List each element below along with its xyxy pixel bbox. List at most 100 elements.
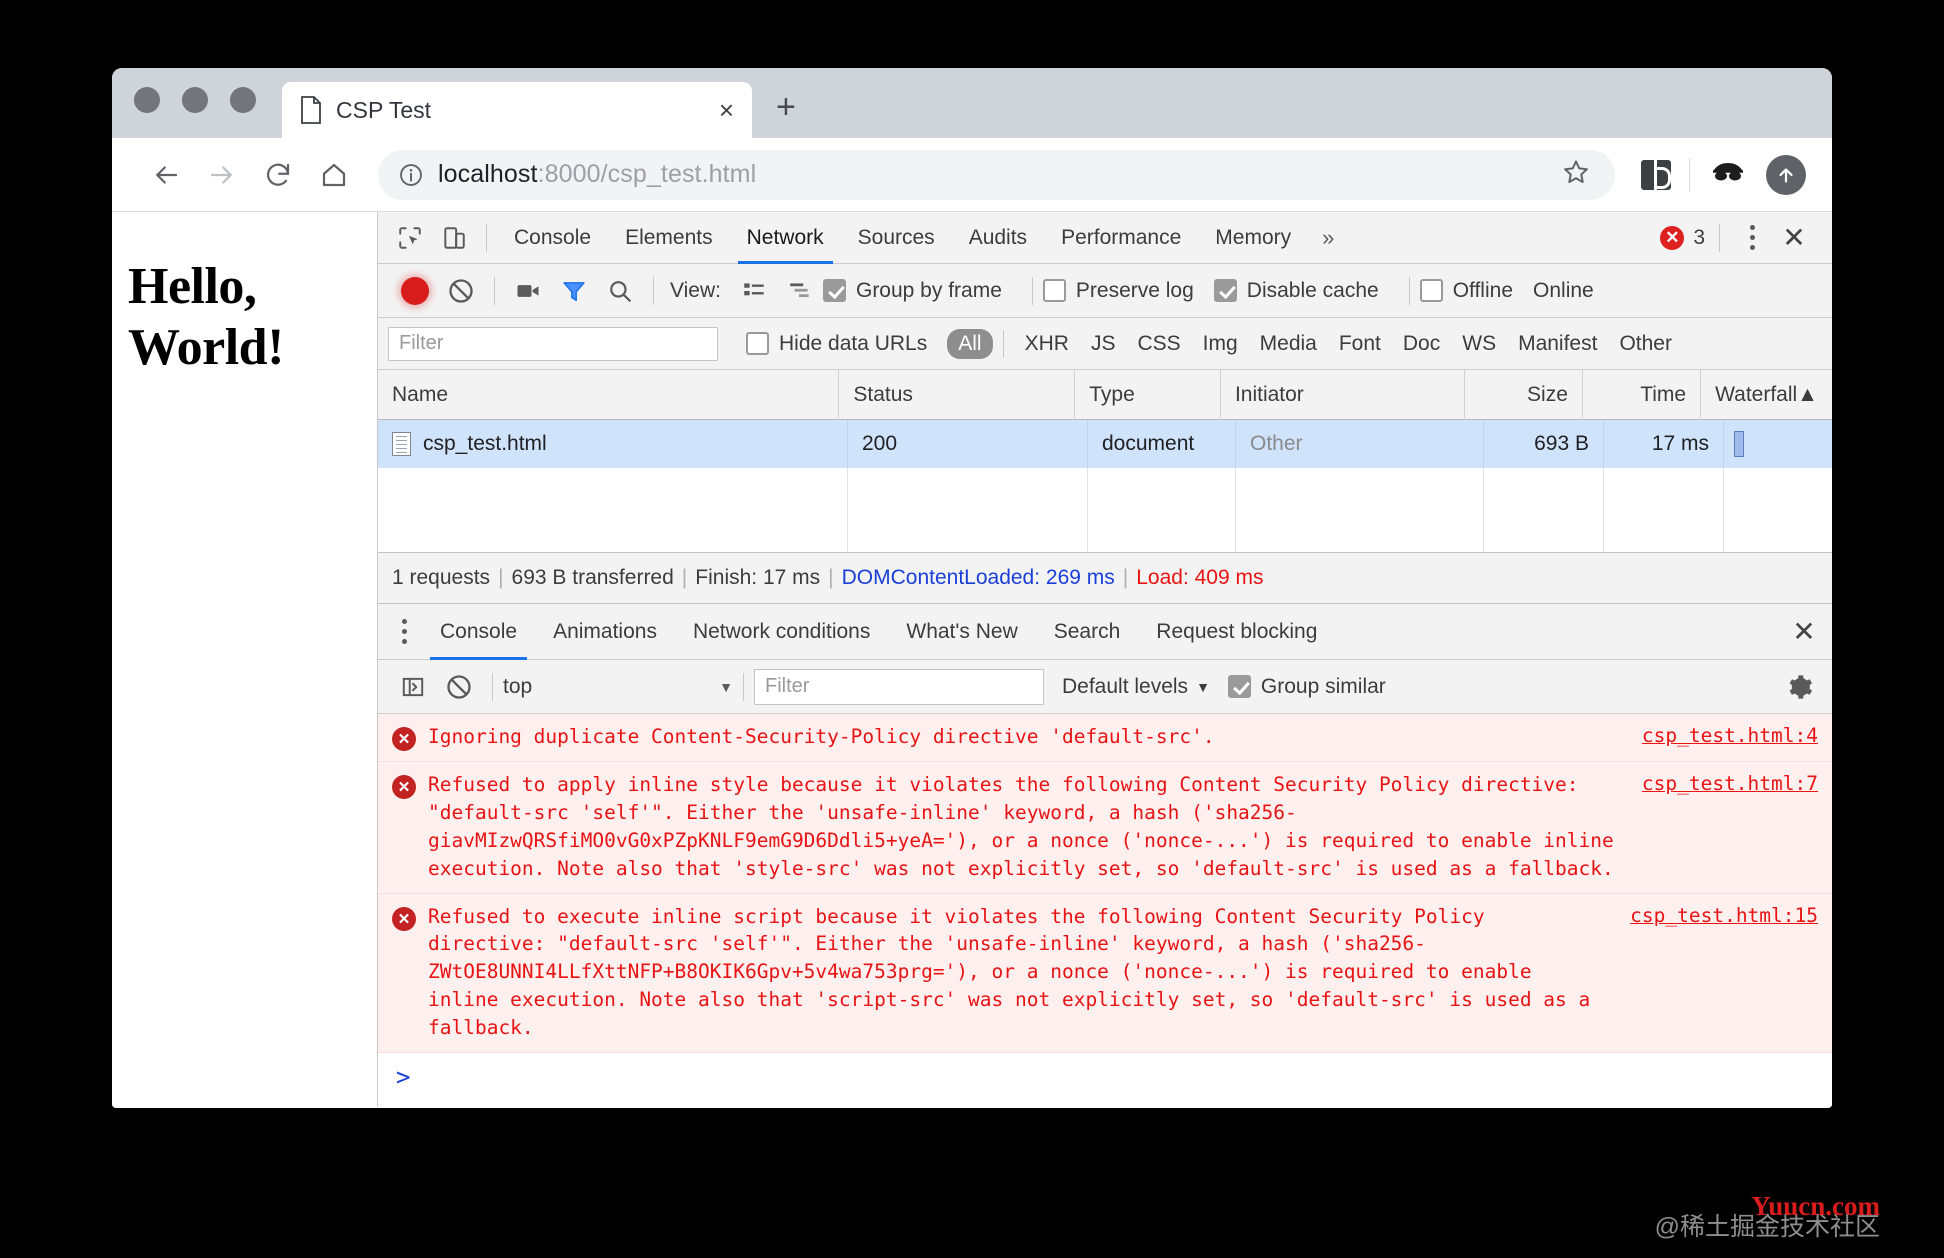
- drawer-tab-network-conditions[interactable]: Network conditions: [675, 604, 888, 660]
- column-header-status[interactable]: Status: [839, 369, 1076, 420]
- capture-screenshots-icon[interactable]: [505, 268, 551, 314]
- devtools-tab-sources[interactable]: Sources: [841, 212, 952, 264]
- devtools-tab-console[interactable]: Console: [497, 212, 608, 264]
- maximize-window-dot[interactable]: [230, 87, 256, 113]
- profile-avatar-icon[interactable]: [1708, 154, 1748, 195]
- column-header-name[interactable]: Name: [378, 369, 840, 420]
- console-message[interactable]: ✕ Refused to execute inline script becau…: [378, 893, 1832, 1053]
- home-button[interactable]: [306, 147, 362, 203]
- console-levels-label: Default levels: [1062, 674, 1189, 698]
- filter-type-doc[interactable]: Doc: [1392, 332, 1451, 356]
- console-message[interactable]: ✕ Ignoring duplicate Content-Security-Po…: [378, 714, 1832, 762]
- star-icon[interactable]: [1561, 157, 1595, 192]
- console-filter-input[interactable]: Filter: [754, 668, 1044, 705]
- group-similar-checkbox[interactable]: Group similar: [1227, 675, 1386, 699]
- close-drawer-icon[interactable]: ✕: [1784, 612, 1824, 652]
- column-header-initiator[interactable]: Initiator: [1221, 369, 1465, 420]
- clear-icon[interactable]: [438, 268, 484, 314]
- browser-tab[interactable]: CSP Test ×: [282, 82, 752, 138]
- drawer-tab-animations[interactable]: Animations: [535, 604, 675, 660]
- column-header-type[interactable]: Type: [1075, 369, 1221, 420]
- offline-checkbox[interactable]: Offline: [1419, 279, 1513, 303]
- column-header-size[interactable]: Size: [1465, 369, 1583, 420]
- filter-type-ws[interactable]: WS: [1451, 332, 1507, 356]
- drawer-menu-icon[interactable]: [386, 612, 422, 652]
- page-content: Hello, World!: [112, 212, 378, 1107]
- record-button[interactable]: [392, 268, 438, 314]
- waterfall-view-icon[interactable]: [777, 268, 823, 314]
- devtools-menu-icon[interactable]: [1734, 218, 1770, 258]
- column-header-time[interactable]: Time: [1583, 369, 1702, 420]
- console-message[interactable]: ✕ Refused to apply inline style because …: [378, 762, 1832, 894]
- reload-button[interactable]: [250, 147, 306, 203]
- minimize-window-dot[interactable]: [182, 87, 208, 113]
- address-bar[interactable]: localhost:8000/csp_test.html: [378, 149, 1615, 200]
- console-levels-select[interactable]: Default levels ▼: [1062, 675, 1210, 699]
- inspect-element-icon[interactable]: [388, 216, 432, 260]
- console-message-source[interactable]: csp_test.html:4: [1642, 724, 1818, 747]
- console-context-select[interactable]: top ▼: [503, 675, 733, 699]
- console-message-text: Refused to execute inline script because…: [428, 904, 1603, 1040]
- filter-type-other[interactable]: Other: [1608, 332, 1683, 356]
- checkbox-icon: [822, 279, 846, 302]
- filter-type-css[interactable]: CSS: [1126, 332, 1191, 356]
- error-icon: ✕: [1660, 225, 1685, 250]
- disable-cache-checkbox[interactable]: Disable cache: [1213, 279, 1379, 303]
- network-filter-input[interactable]: Filter: [388, 326, 718, 361]
- devtools-tab-audits[interactable]: Audits: [952, 212, 1044, 264]
- group-by-frame-checkbox[interactable]: Group by frame: [822, 279, 1002, 303]
- devtools-tab-elements[interactable]: Elements: [608, 212, 730, 264]
- error-count-badge[interactable]: ✕ 3: [1660, 225, 1705, 250]
- close-devtools-icon[interactable]: ✕: [1774, 218, 1814, 258]
- page-heading-line-2: World!: [128, 319, 284, 377]
- console-sidebar-icon[interactable]: [390, 664, 436, 710]
- console-message-source[interactable]: csp_test.html:7: [1642, 772, 1818, 795]
- close-icon[interactable]: ×: [719, 97, 734, 123]
- upload-icon[interactable]: [1766, 154, 1806, 195]
- devtools-tab-performance[interactable]: Performance: [1044, 212, 1198, 264]
- document-icon: [392, 432, 411, 456]
- drawer-tab-console[interactable]: Console: [422, 604, 535, 660]
- network-filter-bar: Filter Hide data URLs All XHR JS CSS Img…: [378, 318, 1832, 370]
- network-toolbar: View: Group by frame Preserve log Disabl…: [378, 264, 1832, 318]
- more-tabs-icon[interactable]: »: [1308, 225, 1348, 251]
- sort-indicator-icon: ▲: [1797, 382, 1818, 406]
- search-icon[interactable]: [597, 268, 643, 314]
- filter-type-media[interactable]: Media: [1249, 332, 1328, 356]
- clear-console-icon[interactable]: [436, 664, 482, 710]
- url-text: localhost:8000/csp_test.html: [438, 160, 756, 189]
- extension-icon[interactable]: [1641, 159, 1671, 190]
- filter-type-img[interactable]: Img: [1192, 332, 1249, 356]
- forward-button[interactable]: [194, 147, 250, 203]
- new-tab-button[interactable]: +: [776, 90, 796, 124]
- drawer-tab-whats-new[interactable]: What's New: [888, 604, 1035, 660]
- column-header-waterfall[interactable]: Waterfall ▲: [1701, 370, 1832, 420]
- summary-domcontentloaded: DOMContentLoaded: 269 ms: [841, 566, 1115, 589]
- drawer-tab-request-blocking[interactable]: Request blocking: [1138, 604, 1335, 660]
- back-button[interactable]: [138, 147, 194, 203]
- preserve-log-checkbox[interactable]: Preserve log: [1042, 279, 1194, 303]
- close-window-dot[interactable]: [134, 87, 160, 113]
- console-message-source[interactable]: csp_test.html:15: [1630, 904, 1818, 927]
- table-row[interactable]: csp_test.html 200 document Other 693 B 1…: [378, 420, 1832, 468]
- info-icon[interactable]: [398, 162, 424, 188]
- devtools-drawer: Console Animations Network conditions Wh…: [378, 604, 1832, 1107]
- filter-type-xhr[interactable]: XHR: [1014, 332, 1080, 356]
- hide-data-urls-checkbox[interactable]: Hide data URLs: [746, 332, 927, 356]
- devtools-tab-memory[interactable]: Memory: [1198, 212, 1308, 264]
- filter-icon[interactable]: [551, 268, 597, 314]
- filter-type-manifest[interactable]: Manifest: [1507, 332, 1608, 356]
- cell-initiator: Other: [1236, 420, 1484, 468]
- window-controls[interactable]: [134, 68, 256, 138]
- devtools-tab-network[interactable]: Network: [730, 212, 841, 264]
- drawer-tab-search[interactable]: Search: [1036, 604, 1139, 660]
- console-prompt[interactable]: >: [378, 1053, 1832, 1101]
- filter-type-font[interactable]: Font: [1328, 332, 1392, 356]
- summary-transferred: 693 B transferred: [511, 566, 674, 589]
- devtools-panel: Console Elements Network Sources Audits …: [378, 212, 1832, 1107]
- list-view-icon[interactable]: [731, 268, 777, 314]
- gear-icon[interactable]: [1780, 667, 1820, 707]
- device-toolbar-icon[interactable]: [432, 216, 476, 260]
- filter-type-js[interactable]: JS: [1080, 332, 1127, 356]
- filter-type-all[interactable]: All: [947, 328, 993, 359]
